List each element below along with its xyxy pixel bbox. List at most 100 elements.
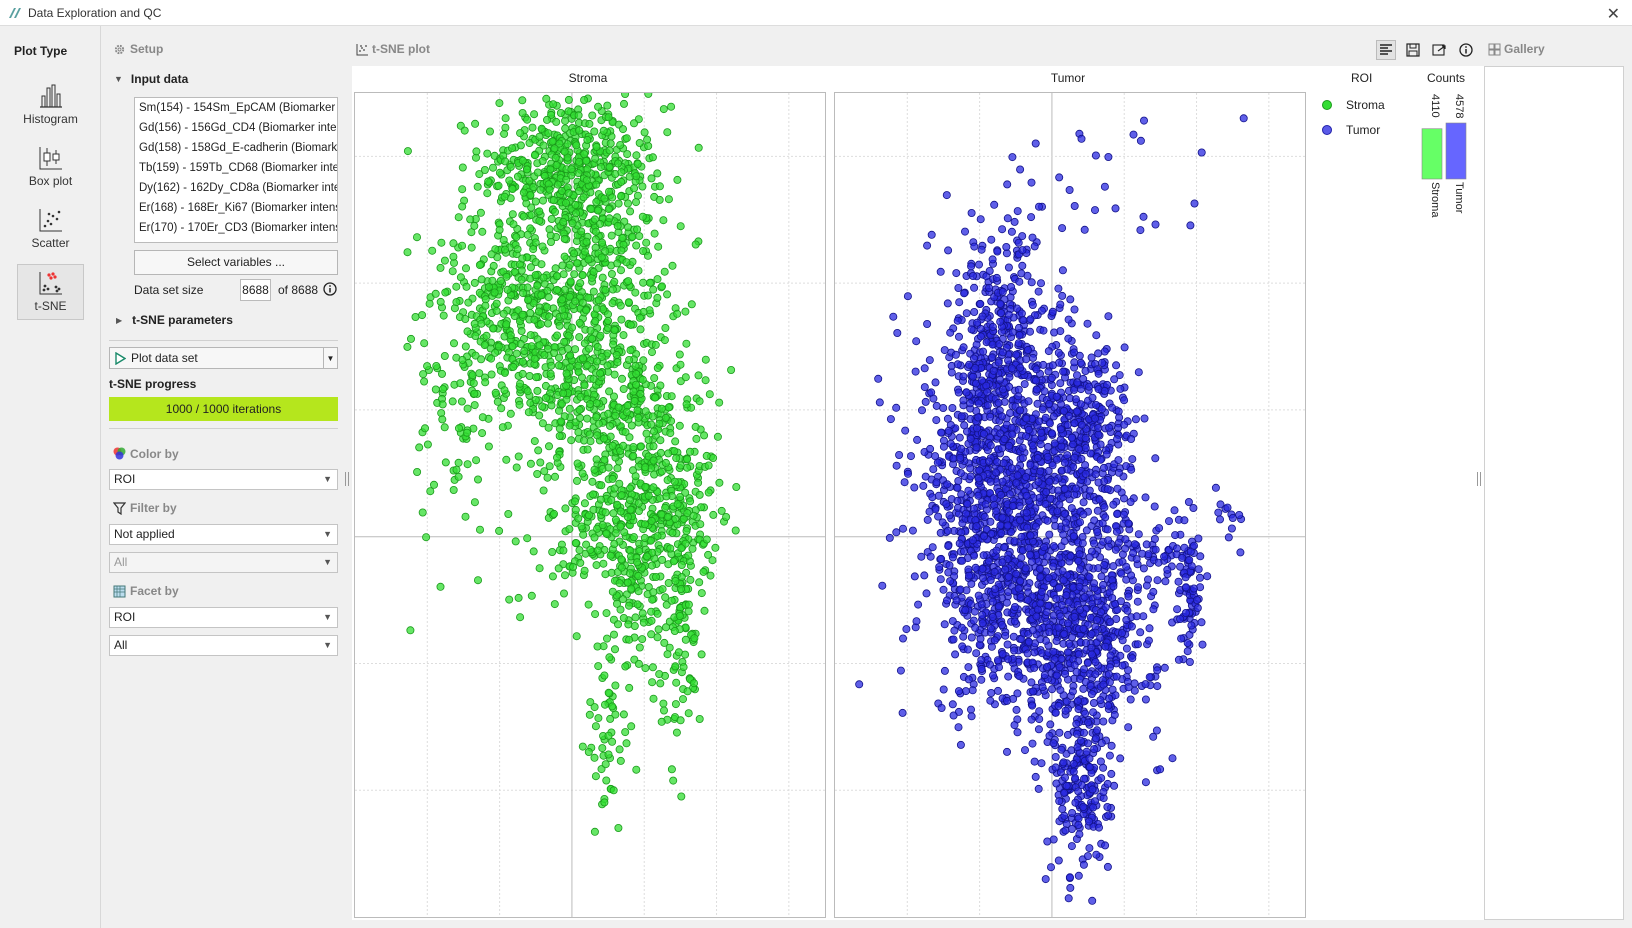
data-point: [593, 206, 602, 215]
filter-by-select[interactable]: Not applied ▼: [109, 524, 338, 545]
scatter-plot-tumor[interactable]: [835, 93, 1305, 917]
plot-type-boxplot[interactable]: Box plot: [17, 140, 84, 196]
plot-type-tsne[interactable]: t-SNE: [17, 264, 84, 320]
facet-panel-stroma[interactable]: [354, 89, 826, 918]
save-icon[interactable]: [1403, 40, 1423, 60]
data-point: [1030, 663, 1039, 672]
plot-type-scatter[interactable]: Scatter: [17, 202, 84, 258]
gallery-header[interactable]: Gallery: [1488, 42, 1545, 56]
splitter-handle[interactable]: [345, 472, 349, 486]
data-point: [1055, 663, 1064, 672]
data-point: [998, 477, 1007, 486]
data-point: [944, 568, 953, 577]
data-point: [550, 348, 559, 357]
data-point: [575, 413, 584, 422]
data-point: [645, 278, 654, 287]
data-point: [413, 467, 422, 476]
data-point: [463, 460, 472, 469]
data-point: [533, 386, 542, 395]
data-point: [1037, 587, 1046, 596]
list-item[interactable]: Er(168) - 168Er_Ki67 (Biomarker intens: [135, 198, 337, 218]
data-point: [1054, 284, 1063, 293]
info-icon[interactable]: [1456, 40, 1476, 60]
gear-icon: [114, 44, 125, 54]
data-point: [592, 413, 601, 422]
facet-by-sub-select[interactable]: All ▼: [109, 635, 338, 656]
data-point: [470, 278, 479, 287]
color-by-header: Color by: [112, 446, 179, 461]
facet-by-select[interactable]: ROI ▼: [109, 607, 338, 628]
data-point: [578, 354, 587, 363]
data-point: [516, 129, 525, 138]
data-point: [561, 198, 570, 207]
list-item[interactable]: Tb(159) - 159Tb_CD68 (Biomarker inte: [135, 158, 337, 178]
data-point: [1067, 504, 1076, 513]
list-item[interactable]: Sm(154) - 154Sm_EpCAM (Biomarker: [135, 98, 337, 118]
data-point: [648, 663, 657, 672]
data-point: [580, 96, 589, 104]
list-item[interactable]: Er(170) - 170Er_CD3 (Biomarker intens: [135, 218, 337, 238]
dataset-size-input[interactable]: 8688: [240, 279, 271, 301]
export-icon[interactable]: [1429, 40, 1449, 60]
plot-type-histogram-label: Histogram: [23, 112, 78, 126]
data-point: [578, 742, 587, 751]
data-point: [455, 424, 464, 433]
data-point: [605, 421, 614, 430]
data-point: [585, 430, 594, 439]
data-point: [1093, 527, 1102, 536]
variable-list[interactable]: Sm(154) - 154Sm_EpCAM (Biomarker Gd(156)…: [134, 97, 338, 243]
data-point: [456, 379, 465, 388]
data-point: [988, 613, 997, 622]
plot-settings-icon[interactable]: [1376, 40, 1396, 60]
data-point: [661, 413, 670, 422]
plot-options-dropdown[interactable]: ▼: [324, 347, 338, 369]
data-point: [939, 403, 948, 412]
data-point: [899, 634, 908, 643]
data-point: [583, 361, 592, 370]
data-point: [959, 632, 968, 641]
list-item[interactable]: Gd(156) - 156Gd_CD4 (Biomarker inte: [135, 118, 337, 138]
data-point: [1059, 758, 1068, 767]
data-point: [629, 442, 638, 451]
data-point: [516, 613, 525, 622]
data-point: [610, 325, 619, 334]
facet-panel-tumor[interactable]: [834, 92, 1306, 918]
data-point: [1017, 309, 1026, 318]
data-point: [1041, 499, 1050, 508]
data-point: [1109, 562, 1118, 571]
data-point: [454, 213, 463, 222]
plot-type-histogram[interactable]: Histogram: [17, 78, 84, 134]
data-point: [627, 584, 636, 593]
data-point: [1004, 572, 1013, 581]
data-point: [543, 473, 552, 482]
data-point: [503, 285, 512, 294]
data-point: [731, 526, 740, 535]
tsne-params-section[interactable]: ▶ t-SNE parameters: [116, 313, 233, 327]
data-point: [619, 99, 628, 108]
data-point: [1152, 726, 1161, 735]
data-point: [1062, 697, 1071, 706]
data-point: [625, 355, 634, 364]
data-point: [651, 340, 660, 349]
list-item[interactable]: Gd(158) - 158Gd_E-cadherin (Biomark: [135, 138, 337, 158]
data-point: [1000, 435, 1009, 444]
data-point: [452, 282, 461, 291]
data-point: [932, 416, 941, 425]
info-icon[interactable]: [323, 282, 337, 296]
data-point: [535, 207, 544, 216]
data-point: [1004, 310, 1013, 319]
plot-data-set-button[interactable]: Plot data set: [109, 347, 324, 369]
data-point: [650, 374, 659, 383]
list-item[interactable]: Dy(162) - 162Dy_CD8a (Biomarker inte: [135, 178, 337, 198]
select-variables-button[interactable]: Select variables ...: [134, 250, 338, 275]
data-point: [461, 314, 470, 323]
scatter-plot-stroma[interactable]: [355, 89, 825, 917]
input-data-section[interactable]: ▼ Input data: [114, 72, 188, 86]
data-point: [1028, 687, 1037, 696]
close-icon[interactable]: ✕: [1607, 4, 1620, 24]
data-point: [979, 532, 988, 541]
data-point: [988, 597, 997, 606]
color-by-select[interactable]: ROI ▼: [109, 469, 338, 490]
data-point: [597, 481, 606, 490]
data-point: [986, 412, 995, 421]
